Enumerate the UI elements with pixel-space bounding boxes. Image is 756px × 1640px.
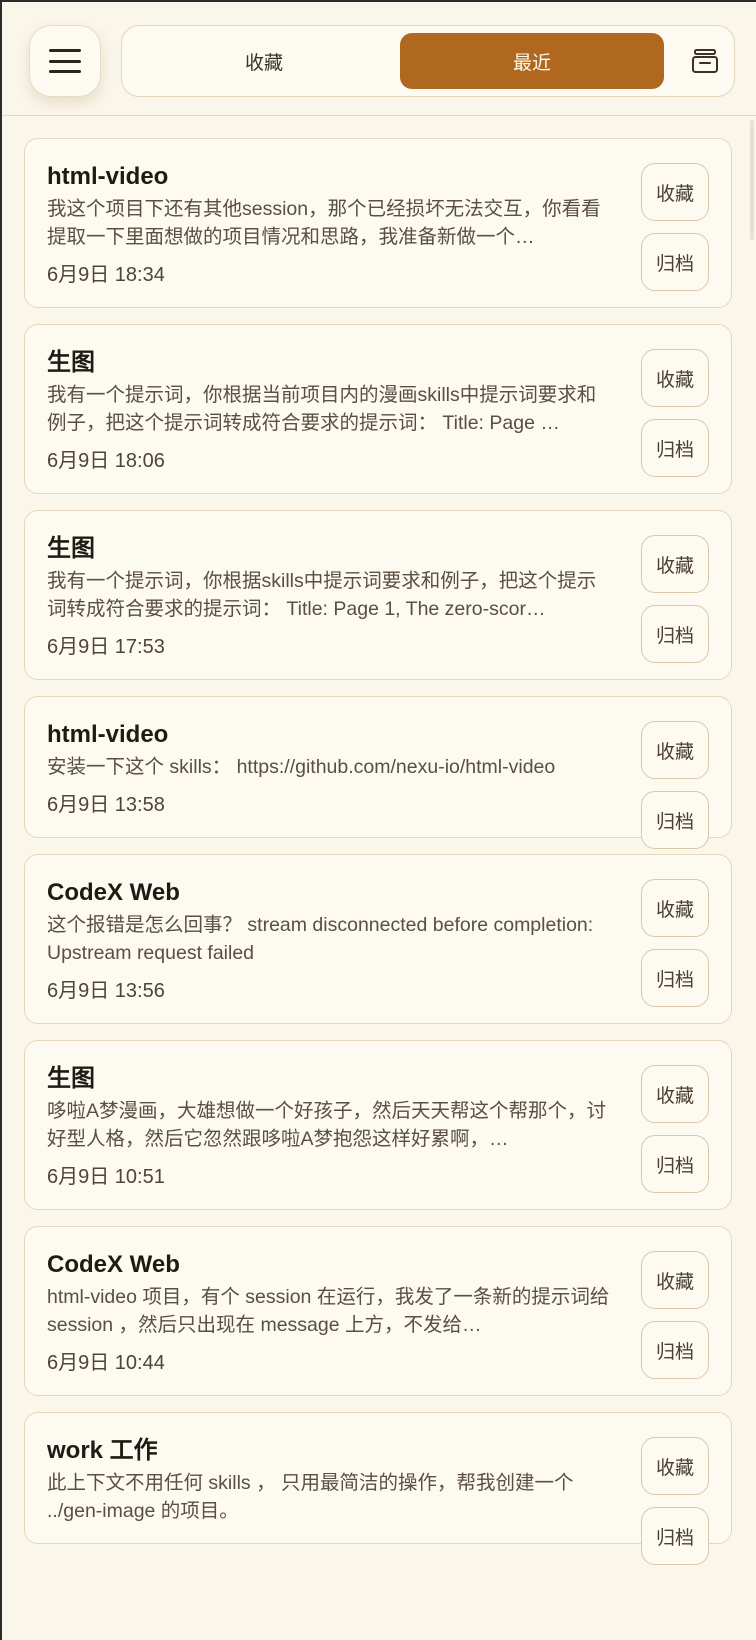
session-snippet: 这个报错是怎么回事？ stream disconnected before co… bbox=[47, 914, 594, 964]
session-title: 生图 bbox=[47, 535, 95, 562]
session-card[interactable]: 生图 我有一个提示词，你根据当前项目内的漫画skills中提示词要求和例子，把这… bbox=[24, 324, 732, 494]
favorite-button[interactable]: 收藏 bbox=[641, 1437, 709, 1495]
archive-button[interactable]: 归档 bbox=[641, 1507, 709, 1565]
favorite-button[interactable]: 收藏 bbox=[641, 1251, 709, 1309]
archive-button[interactable]: 归档 bbox=[641, 1321, 709, 1379]
session-snippet: 此上下文不用任何 skills ， 只用最简洁的操作，帮我创建一个 ../gen… bbox=[47, 1472, 574, 1522]
session-time: 6月9日 18:06 bbox=[47, 450, 165, 472]
session-time: 6月9日 10:44 bbox=[47, 1352, 165, 1374]
menu-button[interactable] bbox=[29, 25, 101, 97]
session-snippet: 我有一个提示词，你根据skills中提示词要求和例子，把这个提示词转成符合要求的… bbox=[47, 570, 597, 620]
scrollbar[interactable] bbox=[750, 120, 754, 240]
tab-switcher: 收藏 最近 bbox=[121, 25, 735, 97]
session-title: work 工作 bbox=[47, 1437, 158, 1464]
session-time: 6月9日 17:53 bbox=[47, 636, 165, 658]
session-title: html-video bbox=[47, 721, 169, 748]
session-card[interactable]: html-video 我这个项目下还有其他session，那个已经损坏无法交互，… bbox=[24, 138, 732, 308]
session-card[interactable]: html-video 安装一下这个 skills： https://github… bbox=[24, 696, 732, 849]
session-snippet: 哆啦A梦漫画，大雄想做一个好孩子，然后天天帮这个帮那个，讨好型人格，然后它忽然跟… bbox=[47, 1100, 607, 1150]
top-bar: 收藏 最近 bbox=[2, 2, 756, 116]
favorite-button[interactable]: 收藏 bbox=[641, 721, 709, 779]
archive-button[interactable]: 归档 bbox=[641, 791, 709, 849]
session-title: 生图 bbox=[47, 349, 95, 376]
session-card[interactable]: work 工作 此上下文不用任何 skills ， 只用最简洁的操作，帮我创建一… bbox=[24, 1412, 732, 1565]
session-card[interactable]: 生图 我有一个提示词，你根据skills中提示词要求和例子，把这个提示词转成符合… bbox=[24, 510, 732, 680]
session-list: html-video 我这个项目下还有其他session，那个已经损坏无法交互，… bbox=[24, 138, 734, 1565]
session-snippet: 我有一个提示词，你根据当前项目内的漫画skills中提示词要求和例子，把这个提示… bbox=[47, 384, 597, 434]
favorite-button[interactable]: 收藏 bbox=[641, 349, 709, 407]
session-card[interactable]: 生图 哆啦A梦漫画，大雄想做一个好孩子，然后天天帮这个帮那个，讨好型人格，然后它… bbox=[24, 1040, 732, 1210]
archive-box-icon[interactable] bbox=[690, 48, 720, 74]
session-title: 生图 bbox=[47, 1065, 95, 1092]
session-time: 6月9日 13:56 bbox=[47, 980, 165, 1002]
hamburger-menu-icon bbox=[49, 49, 81, 73]
archive-button[interactable]: 归档 bbox=[641, 419, 709, 477]
session-title: html-video bbox=[47, 163, 169, 190]
session-card[interactable]: CodeX Web html-video 项目，有个 session 在运行，我… bbox=[24, 1226, 732, 1396]
archive-button[interactable]: 归档 bbox=[641, 233, 709, 291]
tab-recent[interactable]: 最近 bbox=[400, 33, 664, 89]
app-frame: 收藏 最近 html-video 我这个项目下还有其他session，那个已经损… bbox=[0, 0, 756, 1640]
tab-favorites[interactable]: 收藏 bbox=[132, 33, 396, 89]
favorite-button[interactable]: 收藏 bbox=[641, 1065, 709, 1123]
session-time: 6月9日 10:51 bbox=[47, 1166, 165, 1188]
archive-button[interactable]: 归档 bbox=[641, 1135, 709, 1193]
session-snippet: html-video 项目，有个 session 在运行，我发了一条新的提示词给… bbox=[47, 1286, 610, 1336]
session-card[interactable]: CodeX Web 这个报错是怎么回事？ stream disconnected… bbox=[24, 854, 732, 1024]
favorite-button[interactable]: 收藏 bbox=[641, 163, 709, 221]
session-snippet: 我这个项目下还有其他session，那个已经损坏无法交互，你看看提取一下里面想做… bbox=[47, 198, 601, 248]
session-time: 6月9日 13:58 bbox=[47, 794, 165, 816]
archive-button[interactable]: 归档 bbox=[641, 949, 709, 1007]
favorite-button[interactable]: 收藏 bbox=[641, 879, 709, 937]
session-title: CodeX Web bbox=[47, 879, 180, 906]
session-time: 6月9日 18:34 bbox=[47, 264, 165, 286]
session-snippet: 安装一下这个 skills： https://github.com/nexu-i… bbox=[47, 756, 556, 778]
archive-button[interactable]: 归档 bbox=[641, 605, 709, 663]
favorite-button[interactable]: 收藏 bbox=[641, 535, 709, 593]
session-title: CodeX Web bbox=[47, 1251, 180, 1278]
